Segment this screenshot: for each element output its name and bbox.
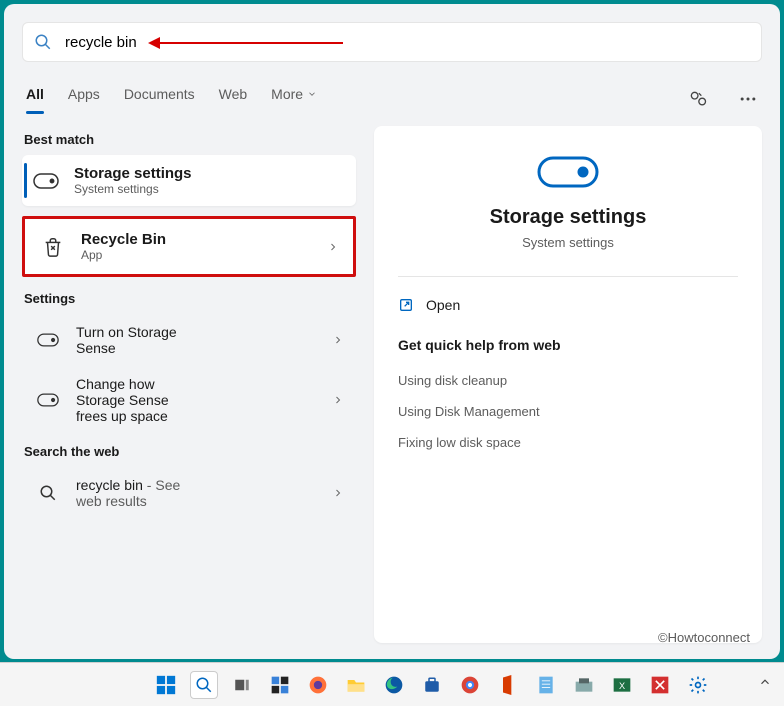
tab-more[interactable]: More xyxy=(271,86,317,112)
storage-icon xyxy=(34,386,62,414)
task-view-button[interactable] xyxy=(228,671,256,699)
tab-web[interactable]: Web xyxy=(219,86,248,112)
tab-documents[interactable]: Documents xyxy=(124,86,195,112)
filter-tabs: All Apps Documents Web More xyxy=(22,86,762,112)
widgets-button[interactable] xyxy=(266,671,294,699)
action-open[interactable]: Open xyxy=(398,291,738,319)
search-icon xyxy=(33,32,53,52)
detail-sub: System settings xyxy=(522,235,614,250)
web-result[interactable]: recycle bin - See web results xyxy=(22,467,356,519)
chevron-right-icon xyxy=(332,394,344,406)
setting-change-storage-sense[interactable]: Change how Storage Sense frees up space xyxy=(22,366,356,434)
search-taskbar-button[interactable] xyxy=(190,671,218,699)
chevron-right-icon xyxy=(327,241,339,253)
quick-help-title: Get quick help from web xyxy=(398,337,738,353)
chevron-right-icon xyxy=(332,334,344,346)
more-options-icon[interactable] xyxy=(738,89,758,109)
result-title: Recycle Bin xyxy=(81,231,190,248)
storage-hero-icon xyxy=(537,156,599,188)
tab-all[interactable]: All xyxy=(26,86,44,112)
svg-text:X: X xyxy=(619,681,625,691)
search-icon xyxy=(34,479,62,507)
result-sub: System settings xyxy=(74,182,294,196)
result-recycle-bin[interactable]: Recycle Bin App xyxy=(22,216,356,277)
open-icon xyxy=(398,297,414,313)
firefox-icon[interactable] xyxy=(304,671,332,699)
result-sub: App xyxy=(81,248,190,262)
settings-icon[interactable] xyxy=(684,671,712,699)
chevron-right-icon xyxy=(332,487,344,499)
account-icon[interactable] xyxy=(688,89,708,109)
recycle-bin-icon xyxy=(39,233,67,261)
result-storage-settings[interactable]: Storage settings System settings xyxy=(22,155,356,206)
setting-turn-on-storage-sense[interactable]: Turn on Storage Sense xyxy=(22,314,356,366)
result-title: Storage settings xyxy=(74,165,294,182)
divider xyxy=(398,276,738,277)
taskbar: X xyxy=(0,662,784,706)
storage-icon xyxy=(34,326,62,354)
web-title: recycle bin xyxy=(76,477,143,493)
app-icon-1[interactable] xyxy=(570,671,598,699)
setting-title: Change how Storage Sense frees up space xyxy=(76,376,190,424)
quick-link[interactable]: Fixing low disk space xyxy=(398,427,738,458)
watermark: ©Howtoconnect xyxy=(658,630,750,645)
chrome-icon[interactable] xyxy=(456,671,484,699)
results-columns: Best match Storage settings System setti… xyxy=(22,126,762,643)
annotation-arrow xyxy=(158,42,343,44)
section-settings: Settings xyxy=(24,291,356,306)
tab-apps[interactable]: Apps xyxy=(68,86,100,112)
office-icon[interactable] xyxy=(494,671,522,699)
tab-more-label: More xyxy=(271,86,303,102)
section-best-match: Best match xyxy=(24,132,356,147)
app-icon-red[interactable] xyxy=(646,671,674,699)
storage-icon xyxy=(32,167,60,195)
notepad-icon[interactable] xyxy=(532,671,560,699)
search-window: All Apps Documents Web More Best match xyxy=(4,4,780,659)
chevron-down-icon xyxy=(307,89,317,99)
quick-link[interactable]: Using disk cleanup xyxy=(398,365,738,396)
search-bar[interactable] xyxy=(22,22,762,62)
setting-title: Turn on Storage Sense xyxy=(76,324,190,356)
detail-hero: Storage settings System settings xyxy=(398,156,738,250)
detail-panel: Storage settings System settings Open Ge… xyxy=(374,126,762,643)
edge-icon[interactable] xyxy=(380,671,408,699)
tray-chevron-up-icon[interactable] xyxy=(758,675,772,689)
section-search-web: Search the web xyxy=(24,444,356,459)
quick-link[interactable]: Using Disk Management xyxy=(398,396,738,427)
detail-title: Storage settings xyxy=(490,206,647,229)
excel-icon[interactable]: X xyxy=(608,671,636,699)
start-button[interactable] xyxy=(152,671,180,699)
store-icon[interactable] xyxy=(418,671,446,699)
file-explorer-icon[interactable] xyxy=(342,671,370,699)
results-left-column: Best match Storage settings System setti… xyxy=(22,126,356,643)
action-open-label: Open xyxy=(426,297,460,313)
